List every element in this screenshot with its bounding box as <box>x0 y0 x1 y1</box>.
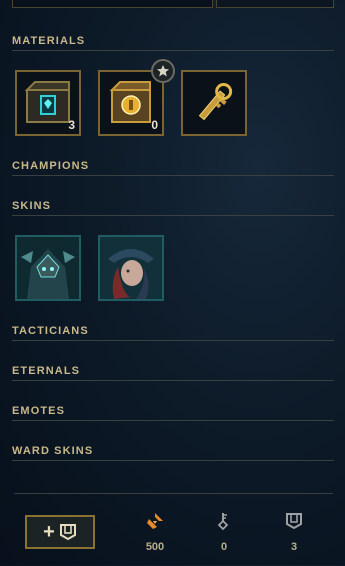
sort-dropdown[interactable] <box>216 0 334 8</box>
keys-stat: 0 <box>204 512 244 553</box>
star-icon <box>157 65 169 77</box>
orange-essence-stat: 500 <box>135 512 175 553</box>
materials-section: MATERIALS <box>12 32 334 51</box>
star-badge <box>151 59 175 83</box>
hextech-key-tile[interactable] <box>181 70 247 136</box>
chest-count-icon <box>286 513 302 530</box>
section-title-ward-skins[interactable]: WARD SKINS <box>12 442 334 461</box>
ward-skins-section: WARD SKINS <box>12 442 334 461</box>
key-icon <box>217 513 229 531</box>
section-title-eternals[interactable]: ETERNALS <box>12 362 334 381</box>
skins-section: SKINS <box>12 197 334 216</box>
section-title-champions[interactable]: CHAMPIONS <box>12 157 334 176</box>
keys-value: 0 <box>220 541 228 553</box>
armored-warrior-skin-art <box>17 237 79 299</box>
section-title-tacticians[interactable]: TACTICIANS <box>12 322 334 341</box>
section-title-materials[interactable]: MATERIALS <box>12 32 334 51</box>
skin-tile-1[interactable] <box>15 235 81 301</box>
top-bar <box>0 0 345 8</box>
hextech-chest-tile[interactable]: 3 <box>15 70 81 136</box>
craft-chest-button[interactable]: + <box>25 515 95 549</box>
emotes-section: EMOTES <box>12 402 334 421</box>
section-title-skins[interactable]: SKINS <box>12 197 334 216</box>
orange-essence-value: 500 <box>145 541 165 553</box>
skin-tile-2[interactable] <box>98 235 164 301</box>
plus-icon: + <box>43 521 55 543</box>
hextech-chest-count: 3 <box>68 118 75 132</box>
section-title-emotes[interactable]: EMOTES <box>12 402 334 421</box>
chest-icon <box>59 524 76 541</box>
champions-section: CHAMPIONS <box>12 157 334 176</box>
cannoneer-skin-art <box>100 237 162 299</box>
filter-input[interactable] <box>12 0 213 8</box>
orange-essence-icon <box>147 513 163 529</box>
masterwork-chest-count: 0 <box>151 118 158 132</box>
hextech-key-icon <box>198 83 233 121</box>
chests-value: 3 <box>290 541 298 553</box>
tacticians-section: TACTICIANS <box>12 322 334 341</box>
eternals-section: ETERNALS <box>12 362 334 381</box>
chests-stat: 3 <box>274 512 314 553</box>
